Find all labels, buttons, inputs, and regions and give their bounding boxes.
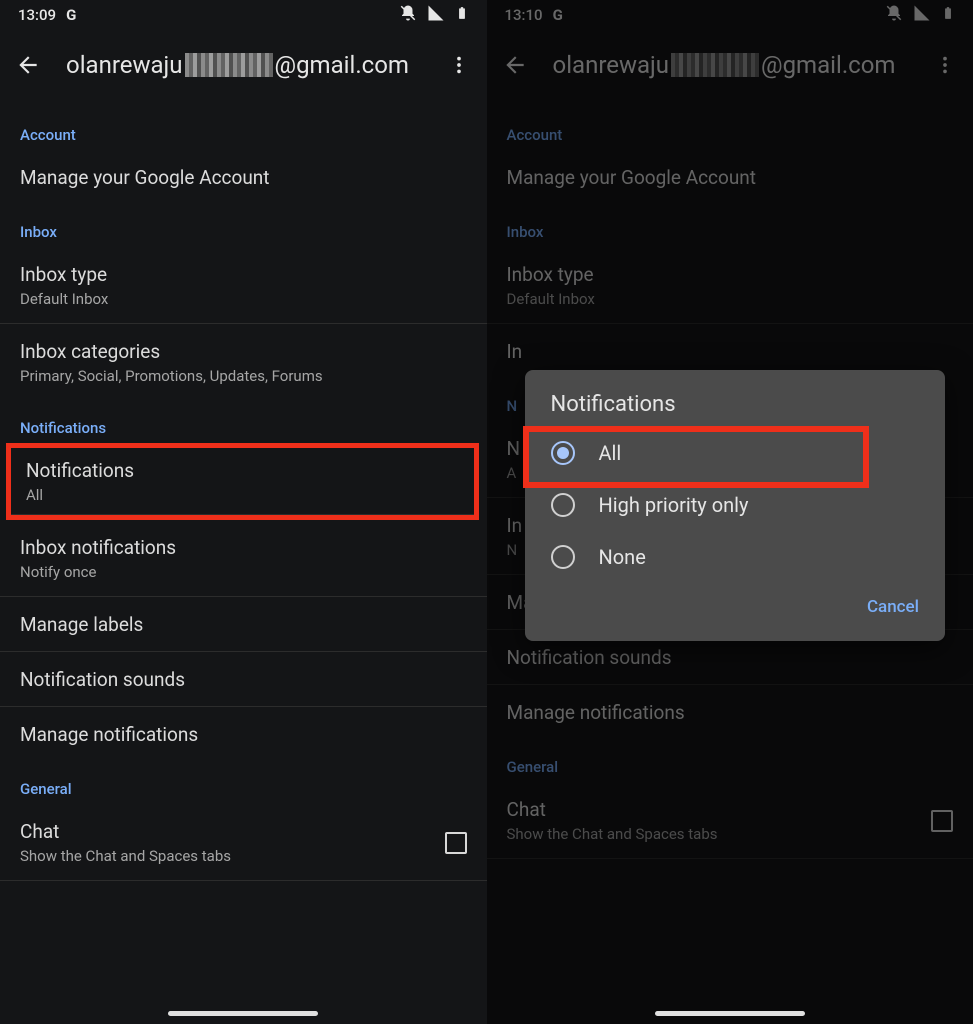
status-time: 13:09 xyxy=(18,6,56,24)
inbox-notifications-value: Notify once xyxy=(20,563,467,581)
radio-icon-selected[interactable] xyxy=(551,441,575,465)
redacted-segment xyxy=(185,53,273,77)
radio-option-none[interactable]: None xyxy=(525,531,946,583)
back-icon[interactable] xyxy=(14,51,42,79)
dnd-off-icon xyxy=(399,4,417,26)
svg-text:x: x xyxy=(437,5,441,13)
radio-option-high-priority[interactable]: High priority only xyxy=(525,479,946,531)
inbox-notifications-item[interactable]: Inbox notifications Notify once xyxy=(0,520,487,597)
inbox-notifications-label: Inbox notifications xyxy=(20,536,467,559)
manage-labels-label: Manage labels xyxy=(20,613,467,636)
notifications-item-highlighted[interactable]: Notifications All xyxy=(6,443,479,520)
dialog-title: Notifications xyxy=(525,392,946,427)
section-notifications-header: Notifications xyxy=(0,401,487,443)
radio-label: None xyxy=(599,545,646,569)
inbox-categories-label: Inbox categories xyxy=(20,340,467,363)
app-bar: olanrewaju @gmail.com xyxy=(0,30,487,100)
manage-labels-item[interactable]: Manage labels xyxy=(0,597,487,652)
settings-list[interactable]: Account Manage your Google Account Inbox… xyxy=(0,100,487,881)
manage-notifications-item[interactable]: Manage notifications xyxy=(0,707,487,762)
chat-checkbox[interactable] xyxy=(445,832,467,854)
inbox-type-value: Default Inbox xyxy=(20,290,467,308)
manage-google-account-item[interactable]: Manage your Google Account xyxy=(0,150,487,205)
chat-toggle-item[interactable]: Chat Show the Chat and Spaces tabs xyxy=(0,804,487,881)
nav-pill[interactable] xyxy=(168,1011,318,1016)
chat-label: Chat xyxy=(20,820,231,843)
signal-icon: x xyxy=(427,4,445,26)
inbox-type-label: Inbox type xyxy=(20,263,467,286)
radio-option-all[interactable]: All xyxy=(525,427,946,479)
battery-icon xyxy=(455,4,469,26)
notification-sounds-label: Notification sounds xyxy=(20,668,467,691)
overflow-menu-icon[interactable] xyxy=(445,51,473,79)
manage-notifications-label: Manage notifications xyxy=(20,723,467,746)
inbox-type-item[interactable]: Inbox type Default Inbox xyxy=(0,247,487,324)
chat-sublabel: Show the Chat and Spaces tabs xyxy=(20,847,231,865)
phone-right: 13:10 G olanrewaju @gmail.com xyxy=(487,0,973,1024)
nav-pill[interactable] xyxy=(655,1011,805,1016)
account-email-title: olanrewaju @gmail.com xyxy=(66,51,421,79)
radio-icon[interactable] xyxy=(551,545,575,569)
notifications-value: All xyxy=(26,486,459,504)
status-bar: 13:09 G x xyxy=(0,0,487,30)
inbox-categories-item[interactable]: Inbox categories Primary, Social, Promot… xyxy=(0,324,487,401)
phone-left: 13:09 G x olanrewaju @gmail.com xyxy=(0,0,487,1024)
google-badge: G xyxy=(66,6,76,24)
inbox-categories-value: Primary, Social, Promotions, Updates, Fo… xyxy=(20,367,467,385)
radio-label: High priority only xyxy=(599,493,749,517)
email-prefix: olanrewaju xyxy=(66,51,183,79)
manage-account-label: Manage your Google Account xyxy=(20,166,467,189)
email-domain: @gmail.com xyxy=(275,51,409,79)
radio-icon[interactable] xyxy=(551,493,575,517)
notifications-dialog: Notifications All High priority only Non… xyxy=(525,370,946,641)
section-general-header: General xyxy=(0,762,487,804)
cancel-button[interactable]: Cancel xyxy=(863,589,923,625)
section-inbox-header: Inbox xyxy=(0,205,487,247)
section-account-header: Account xyxy=(0,108,487,150)
radio-label: All xyxy=(599,441,622,465)
notifications-label: Notifications xyxy=(26,459,459,482)
notification-sounds-item[interactable]: Notification sounds xyxy=(0,652,487,707)
